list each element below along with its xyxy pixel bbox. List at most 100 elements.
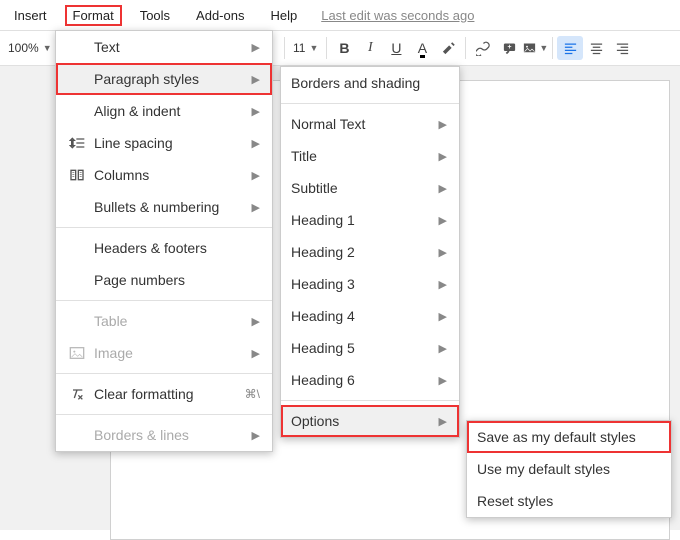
highlighter-icon [441,41,456,56]
format-dropdown: Text ▶ Paragraph styles ▶ Align & indent… [55,30,273,452]
menu-item-columns[interactable]: Columns ▶ [56,159,272,191]
menu-item-borders-shading[interactable]: Borders and shading [281,67,459,99]
menu-help[interactable]: Help [262,5,305,26]
blank-icon [66,70,88,88]
menu-item-label: Options [291,413,419,429]
menu-item-label: Table [94,313,232,329]
menu-item-image: Image ▶ [56,337,272,369]
align-left-button[interactable] [557,36,583,60]
highlight-button[interactable] [435,36,461,60]
line-spacing-icon [66,134,88,152]
zoom-dropdown[interactable]: 100% ▼ [4,41,56,55]
menu-item-clear-formatting[interactable]: Clear formatting ⌘\ [56,378,272,410]
menu-item-normal-text[interactable]: Normal Text ▶ [281,108,459,140]
chevron-right-icon: ▶ [439,118,447,131]
menu-item-label: Text [94,39,232,55]
menu-item-title[interactable]: Title ▶ [281,140,459,172]
menu-item-label: Paragraph styles [94,71,232,87]
menu-item-page-numbers[interactable]: Page numbers [56,264,272,296]
svg-text:+: + [507,44,511,51]
menu-item-label: Heading 3 [291,276,419,292]
menu-tools[interactable]: Tools [132,5,178,26]
menu-separator [56,414,272,415]
menu-item-label: Columns [94,167,232,183]
align-center-button[interactable] [583,36,609,60]
menu-item-label: Use my default styles [477,461,659,477]
insert-link-button[interactable] [470,36,496,60]
menu-item-save-default-styles[interactable]: Save as my default styles [467,421,671,453]
menu-item-use-default-styles[interactable]: Use my default styles [467,453,671,485]
bold-button[interactable]: B [331,36,357,60]
menu-item-heading-2[interactable]: Heading 2 ▶ [281,236,459,268]
blank-icon [66,426,88,444]
menu-item-label: Save as my default styles [477,429,659,445]
menu-item-text[interactable]: Text ▶ [56,31,272,63]
menu-item-label: Heading 4 [291,308,419,324]
menu-item-subtitle[interactable]: Subtitle ▶ [281,172,459,204]
last-edit-text[interactable]: Last edit was seconds ago [321,8,474,23]
chevron-right-icon: ▶ [439,150,447,163]
menu-item-label: Page numbers [94,272,260,288]
menu-item-heading-1[interactable]: Heading 1 ▶ [281,204,459,236]
menu-item-borders-lines: Borders & lines ▶ [56,419,272,451]
menu-separator [56,227,272,228]
menu-item-label: Heading 5 [291,340,419,356]
blank-icon [66,239,88,257]
chevron-right-icon: ▶ [439,415,447,428]
menu-item-label: Title [291,148,419,164]
menu-separator [56,373,272,374]
comment-icon: + [502,41,517,56]
separator [552,37,553,59]
align-right-button[interactable] [609,36,635,60]
menu-item-label: Image [94,345,232,361]
menu-item-label: Reset styles [477,493,659,509]
menu-item-align-indent[interactable]: Align & indent ▶ [56,95,272,127]
font-size-value: 11 [293,41,305,55]
chevron-right-icon: ▶ [439,342,447,355]
paragraph-styles-dropdown: Borders and shading Normal Text ▶ Title … [280,66,460,438]
menu-item-label: Line spacing [94,135,232,151]
chevron-right-icon: ▶ [252,41,260,54]
menu-item-bullets[interactable]: Bullets & numbering ▶ [56,191,272,223]
align-center-icon [589,41,604,56]
menu-item-heading-6[interactable]: Heading 6 ▶ [281,364,459,396]
menu-separator [56,300,272,301]
text-color-button[interactable]: A [409,36,435,60]
zoom-value: 100% [8,41,39,55]
menu-item-paragraph-styles[interactable]: Paragraph styles ▶ [56,63,272,95]
menu-addons[interactable]: Add-ons [188,5,252,26]
menu-item-heading-4[interactable]: Heading 4 ▶ [281,300,459,332]
menu-insert[interactable]: Insert [6,5,55,26]
menu-item-label: Borders & lines [94,427,232,443]
underline-button[interactable]: U [383,36,409,60]
separator [326,37,327,59]
menu-item-heading-5[interactable]: Heading 5 ▶ [281,332,459,364]
align-left-icon [563,41,578,56]
chevron-right-icon: ▶ [252,137,260,150]
insert-comment-button[interactable]: + [496,36,522,60]
menu-item-reset-styles[interactable]: Reset styles [467,485,671,517]
menu-format[interactable]: Format [65,5,122,26]
blank-icon [66,271,88,289]
chevron-right-icon: ▶ [252,347,260,360]
chevron-right-icon: ▶ [252,169,260,182]
font-size-dropdown[interactable]: 11 ▼ [289,41,322,55]
menu-item-label: Subtitle [291,180,419,196]
chevron-down-icon: ▼ [309,43,318,53]
chevron-right-icon: ▶ [439,182,447,195]
menu-item-label: Bullets & numbering [94,199,232,215]
menu-item-label: Heading 6 [291,372,419,388]
insert-image-button[interactable]: ▼ [522,36,548,60]
chevron-right-icon: ▶ [252,315,260,328]
menu-item-heading-3[interactable]: Heading 3 ▶ [281,268,459,300]
menu-item-options[interactable]: Options ▶ [281,405,459,437]
menu-item-line-spacing[interactable]: Line spacing ▶ [56,127,272,159]
menu-item-label: Heading 1 [291,212,419,228]
menu-bar: Insert Format Tools Add-ons Help Last ed… [0,0,680,30]
menu-item-headers-footers[interactable]: Headers & footers [56,232,272,264]
menu-item-label: Headers & footers [94,240,260,256]
italic-button[interactable]: I [357,36,383,60]
chevron-down-icon: ▼ [43,43,52,53]
chevron-right-icon: ▶ [252,201,260,214]
menu-item-label: Clear formatting [94,386,225,402]
